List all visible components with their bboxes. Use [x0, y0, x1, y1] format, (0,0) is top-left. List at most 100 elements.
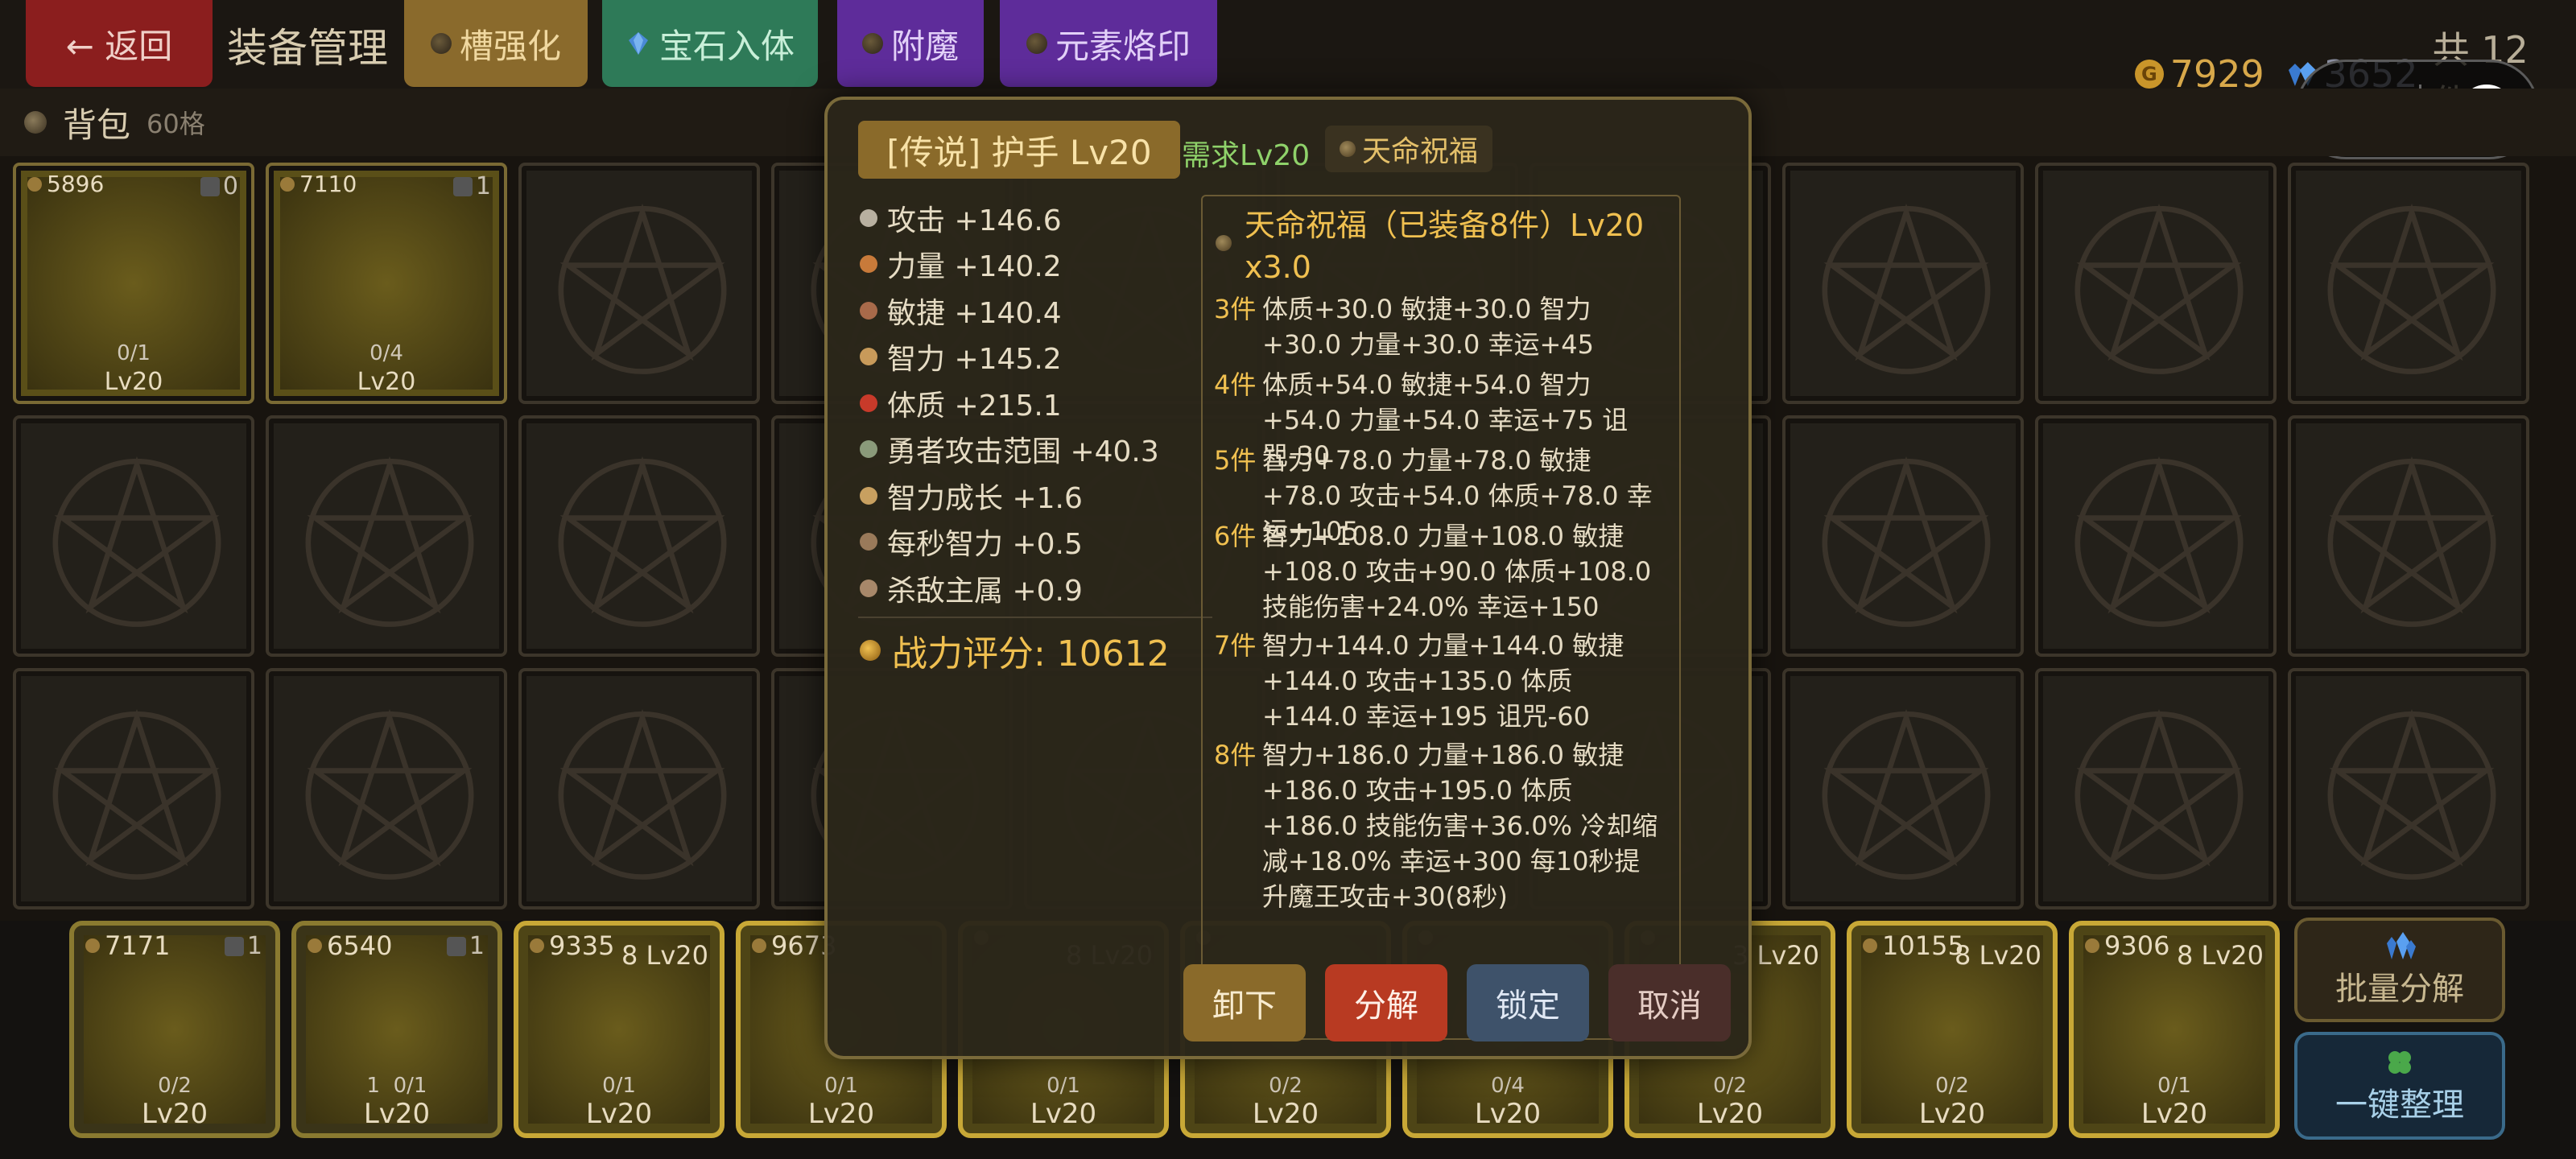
stat-label: 杀敌主属 +0.9 — [887, 574, 1083, 608]
stat-label: 敏捷 +140.4 — [887, 296, 1062, 330]
stat-icon — [860, 348, 877, 366]
unequip-button[interactable]: 卸下 — [1183, 964, 1306, 1041]
pentagram-icon — [2074, 456, 2244, 627]
stat-label: 智力成长 +1.6 — [887, 481, 1083, 515]
item-gem-slots: 0/1 — [117, 341, 151, 365]
item-power: 10155 — [1863, 930, 1964, 961]
pentagram-icon — [2327, 456, 2496, 627]
lock-icon — [452, 176, 473, 196]
batch-decompose-button[interactable]: 批量分解 — [2294, 918, 2505, 1022]
backpack-slot[interactable]: 7110 1 0/4 Lv20 — [266, 163, 507, 404]
set-tier-bonus: 智力+186.0 力量+186.0 敏捷+186.0 攻击+195.0 体质+1… — [1262, 740, 1658, 912]
item-lock-badge: 1 — [224, 932, 262, 960]
item-gem-slots: 0/4 — [369, 341, 403, 365]
page-title: 装备管理 — [227, 25, 388, 72]
backpack-icon — [24, 111, 47, 134]
pentagram-icon — [1822, 203, 1991, 374]
item-gem-slots: 0/2 — [1935, 1074, 1969, 1098]
equipped-slot[interactable]: 9335 8 Lv20 0/1 Lv20 — [514, 921, 724, 1138]
backpack-title: 背包 — [63, 105, 131, 145]
backpack-slot[interactable] — [1782, 415, 2024, 657]
pentagram-icon — [2327, 708, 2496, 880]
auto-sort-label: 一键整理 — [2335, 1087, 2464, 1124]
tab-label: 附魔 — [890, 26, 959, 66]
backpack-slot[interactable] — [518, 668, 760, 909]
backpack-slot[interactable] — [2288, 163, 2529, 404]
power-icon — [530, 938, 544, 953]
stat-icon — [860, 394, 877, 412]
tab-slot-upgrade[interactable]: 槽强化 — [404, 0, 588, 87]
backpack-slot[interactable] — [518, 415, 760, 657]
backpack-slot[interactable] — [1782, 163, 2024, 404]
stat-row: 智力成长 +1.6 — [860, 472, 1214, 519]
stat-row: 体质 +215.1 — [860, 380, 1214, 427]
item-lock-badge: 0 — [200, 172, 238, 200]
decompose-button[interactable]: 分解 — [1325, 964, 1447, 1041]
stats-divider — [858, 617, 1212, 618]
item-gem-slots: 0/1 — [824, 1074, 858, 1098]
stat-label: 攻击 +146.6 — [887, 204, 1062, 237]
score-icon — [860, 640, 881, 661]
item-level: Lv20 — [104, 368, 163, 396]
item-power: 7171 — [85, 930, 170, 961]
equipped-slot[interactable]: 9306 8 Lv20 0/1 Lv20 — [2069, 921, 2280, 1138]
cancel-button[interactable]: 取消 — [1608, 964, 1731, 1041]
auto-sort-button[interactable]: 一键整理 — [2294, 1032, 2505, 1140]
backpack-slot[interactable] — [2288, 415, 2529, 657]
stat-label: 智力 +145.2 — [887, 343, 1062, 377]
back-button[interactable]: ← 返回 — [26, 0, 213, 87]
lock-button[interactable]: 锁定 — [1467, 964, 1589, 1041]
stat-list: 攻击 +146.6 力量 +140.2 敏捷 +140.4 智力 +145.2 体质 +… — [860, 195, 1214, 612]
set-tier-count: 8件 — [1214, 740, 1257, 770]
batch-decompose-label: 批量分解 — [2335, 971, 2464, 1008]
gold-coin-icon: G — [2135, 60, 2164, 89]
set-bonus-panel: 天命祝福（已装备8件）Lv20 x3.0 3件 体质+30.0 敏捷+30.0 智… — [1201, 195, 1681, 1040]
item-title: [传说] 护手 Lv20 — [858, 121, 1180, 179]
combat-score-value: 战力评分: 10612 — [892, 633, 1170, 674]
equipped-slot[interactable]: 10155 8 Lv20 0/2 Lv20 — [1847, 921, 2058, 1138]
equipped-slot[interactable]: 6540 1 1 0/1 Lv20 — [291, 921, 502, 1138]
set-name: 天命祝福（已装备8件）Lv20 x3.0 — [1245, 208, 1645, 285]
set-icon — [1216, 235, 1232, 251]
item-level-tag: 8 Lv20 — [1954, 940, 2041, 971]
pentagram-icon — [1822, 456, 1991, 627]
backpack-slot[interactable] — [518, 163, 760, 404]
stat-icon — [860, 579, 877, 597]
power-icon — [280, 176, 295, 192]
backpack-slot[interactable] — [266, 668, 507, 909]
stat-row: 杀敌主属 +0.9 — [860, 565, 1214, 612]
pentagram-icon — [2074, 203, 2244, 374]
equipped-slot[interactable]: 7171 1 0/2 Lv20 — [69, 921, 280, 1138]
backpack-slot[interactable] — [1782, 668, 2024, 909]
tab-gem-inlay[interactable]: 宝石入体 — [602, 0, 818, 87]
set-tier: 6件 智力+108.0 力量+108.0 敏捷+108.0 攻击+90.0 体质+… — [1214, 518, 1665, 625]
backpack-slot[interactable] — [13, 415, 254, 657]
item-gem-slots: 0/1 — [602, 1074, 636, 1098]
stat-label: 每秒智力 +0.5 — [887, 528, 1083, 562]
back-button-label: ← 返回 — [65, 26, 173, 66]
stat-icon — [860, 255, 877, 274]
set-tier-bonus: 体质+30.0 敏捷+30.0 智力+30.0 力量+30.0 幸运+45 — [1262, 294, 1595, 360]
backpack-slot[interactable] — [266, 415, 507, 657]
backpack-slot[interactable] — [2035, 668, 2277, 909]
pentagram-icon — [558, 456, 727, 627]
tab-element-brand[interactable]: 元素烙印 — [1000, 0, 1217, 87]
set-tier: 8件 智力+186.0 力量+186.0 敏捷+186.0 攻击+195.0 体质… — [1214, 737, 1665, 914]
backpack-slot[interactable] — [2035, 163, 2277, 404]
stat-row: 攻击 +146.6 — [860, 195, 1214, 241]
set-badge: 天命祝福 — [1325, 126, 1492, 172]
pentagram-icon — [558, 203, 727, 374]
backpack-slot[interactable] — [2288, 668, 2529, 909]
stat-row: 敏捷 +140.4 — [860, 287, 1214, 334]
pentagram-icon — [1822, 708, 1991, 880]
set-tier-count: 7件 — [1214, 630, 1257, 661]
backpack-slot[interactable] — [13, 668, 254, 909]
pentagram-icon — [52, 456, 221, 627]
set-tier-count: 3件 — [1214, 294, 1257, 324]
item-level: Lv20 — [1918, 1098, 1986, 1130]
backpack-slot[interactable]: 5896 0 0/1 Lv20 — [13, 163, 254, 404]
tab-enchant[interactable]: 附魔 — [837, 0, 984, 87]
backpack-slot[interactable] — [2035, 415, 2277, 657]
item-gem-slots: 0/4 — [1491, 1074, 1525, 1098]
stat-row: 力量 +140.2 — [860, 241, 1214, 288]
